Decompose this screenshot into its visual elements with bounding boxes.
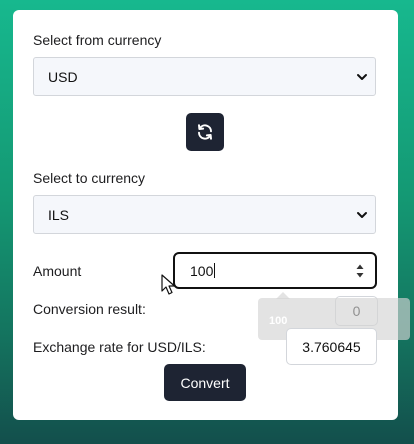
from-currency-label: Select from currency — [33, 32, 162, 48]
amount-label: Amount — [33, 263, 82, 279]
conversion-result-label: Conversion result: — [33, 301, 146, 317]
exchange-rate-label: Exchange rate for USD/ILS: — [33, 339, 206, 355]
swap-currencies-button[interactable] — [186, 113, 224, 151]
converter-card: Select from currency USD Select to curre… — [13, 10, 410, 420]
amount-input[interactable]: 100 — [173, 252, 377, 289]
amount-tooltip-text: 100 — [269, 315, 288, 327]
from-currency-select[interactable]: USD — [33, 57, 376, 96]
convert-button[interactable]: Convert — [164, 364, 246, 401]
to-currency-label: Select to currency — [33, 170, 146, 186]
text-caret — [214, 263, 216, 278]
chevron-down-icon — [357, 74, 367, 80]
from-currency-value: USD — [48, 68, 78, 85]
mouse-pointer-icon — [161, 274, 176, 295]
chevron-down-icon — [357, 212, 367, 218]
amount-value: 100 — [190, 262, 214, 279]
number-spinner-icon[interactable] — [354, 260, 366, 282]
refresh-icon — [198, 124, 212, 140]
to-currency-select[interactable]: ILS — [33, 195, 376, 234]
to-currency-value: ILS — [48, 206, 70, 223]
exchange-rate-value: 3.760645 — [286, 328, 377, 365]
